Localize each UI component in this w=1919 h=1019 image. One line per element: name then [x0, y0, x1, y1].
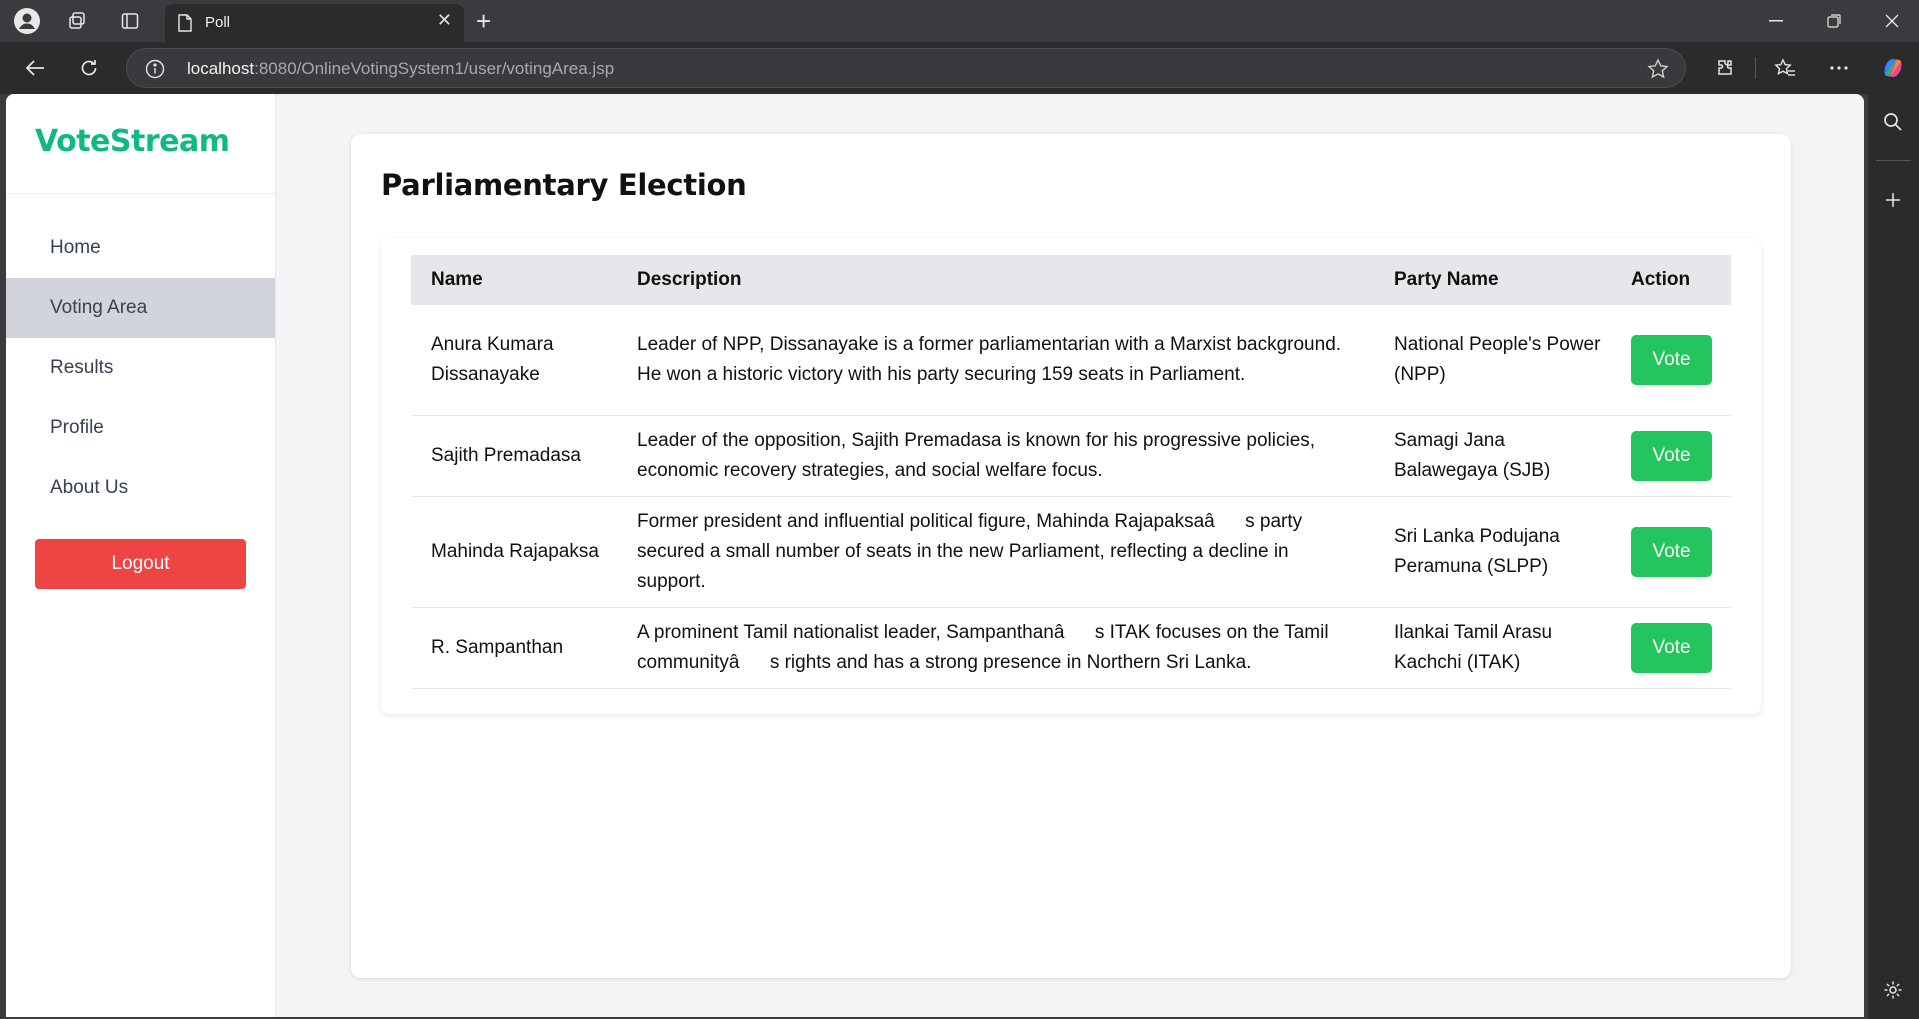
new-tab-icon[interactable]: + — [476, 8, 491, 34]
settings-gear-icon[interactable] — [1876, 974, 1910, 1006]
toolbar-divider — [1755, 57, 1756, 79]
table-row: Mahinda Rajapaksa Former president and i… — [411, 496, 1731, 608]
brand-logo[interactable]: VoteStream — [35, 124, 230, 159]
refresh-icon[interactable] — [72, 52, 106, 84]
url-text[interactable]: localhost:8080/OnlineVotingSystem1/user/… — [187, 59, 614, 79]
candidate-name: Mahinda Rajapaksa — [411, 496, 617, 608]
back-icon[interactable] — [18, 52, 52, 84]
vote-button[interactable]: Vote — [1631, 622, 1712, 673]
candidate-description: Leader of NPP, Dissanayake is a former p… — [617, 305, 1374, 416]
action-cell: Vote — [1611, 607, 1731, 689]
party-name: Sri Lanka Podujana Peramuna (SLPP) — [1374, 496, 1611, 608]
vote-button[interactable]: Vote — [1631, 430, 1712, 481]
sidebar-item-results[interactable]: Results — [6, 338, 275, 398]
candidates-table: Name Description Party Name Action Anura… — [411, 255, 1731, 689]
workspaces-icon[interactable] — [62, 7, 92, 35]
action-cell: Vote — [1611, 496, 1731, 608]
vote-button[interactable]: Vote — [1631, 526, 1712, 577]
tab-title: Poll — [205, 14, 231, 31]
sidebar: VoteStream Home Voting Area Results Prof… — [6, 94, 276, 1017]
sidebar-item-profile[interactable]: Profile — [6, 398, 275, 458]
page-viewport: VoteStream Home Voting Area Results Prof… — [6, 94, 1864, 1017]
candidate-name: Anura Kumara Dissanayake — [411, 305, 617, 416]
action-cell: Vote — [1611, 305, 1731, 416]
browser-tab-bar: Poll ✕ + — [0, 0, 1919, 42]
candidates-table-card: Name Description Party Name Action Anura… — [381, 238, 1761, 714]
action-cell: Vote — [1611, 415, 1731, 497]
sidebar-nav: Home Voting Area Results Profile About U… — [6, 194, 275, 518]
column-header-party: Party Name — [1394, 269, 1499, 290]
extensions-icon[interactable] — [1708, 52, 1742, 84]
tab-actions-icon[interactable] — [115, 7, 145, 35]
column-header-action: Action — [1631, 269, 1691, 290]
minimize-icon[interactable] — [1753, 8, 1799, 34]
restore-icon[interactable] — [1811, 8, 1857, 34]
table-row: Sajith Premadasa Leader of the oppositio… — [411, 415, 1731, 497]
rail-divider — [1876, 160, 1911, 161]
close-window-icon[interactable] — [1869, 8, 1915, 34]
favorite-star-icon[interactable] — [1647, 58, 1669, 84]
vote-button[interactable]: Vote — [1631, 334, 1712, 385]
party-name: Samagi Jana Balawegaya (SJB) — [1374, 415, 1611, 497]
tab-poll[interactable]: Poll ✕ — [165, 4, 464, 42]
table-row: Anura Kumara Dissanayake Leader of NPP, … — [411, 305, 1731, 416]
add-sidebar-app-icon[interactable] — [1876, 184, 1910, 216]
sidebar-item-about-us[interactable]: About Us — [6, 458, 275, 518]
favorites-icon[interactable] — [1768, 52, 1802, 84]
candidate-description: Former president and influential politic… — [617, 496, 1374, 608]
sidebar-item-home[interactable]: Home — [6, 218, 275, 278]
brand-header: VoteStream — [6, 94, 275, 194]
candidate-name: R. Sampanthan — [411, 607, 617, 689]
copilot-icon[interactable] — [1876, 52, 1910, 84]
party-name: National People's Power (NPP) — [1374, 305, 1611, 416]
table-header-row: Name Description Party Name Action — [411, 255, 1731, 305]
sidebar-item-voting-area[interactable]: Voting Area — [6, 278, 275, 338]
page-title: Parliamentary Election — [381, 168, 747, 202]
document-icon — [177, 14, 193, 36]
column-header-description: Description — [637, 269, 742, 290]
party-name: Ilankai Tamil Arasu Kachchi (ITAK) — [1374, 607, 1611, 689]
election-card: Parliamentary Election Name Description … — [351, 134, 1791, 978]
search-icon[interactable] — [1876, 106, 1910, 138]
more-options-icon[interactable] — [1822, 52, 1856, 84]
candidate-name: Sajith Premadasa — [411, 415, 617, 497]
column-header-name: Name — [431, 269, 483, 290]
site-info-icon[interactable] — [145, 59, 165, 83]
table-row: R. Sampanthan A prominent Tamil national… — [411, 607, 1731, 689]
candidate-description: Leader of the opposition, Sajith Premada… — [617, 415, 1374, 497]
close-tab-icon[interactable]: ✕ — [437, 12, 452, 30]
address-bar[interactable]: localhost:8080/OnlineVotingSystem1/user/… — [126, 48, 1686, 88]
candidate-description: A prominent Tamil nationalist leader, Sa… — [617, 607, 1374, 689]
profile-icon[interactable] — [12, 7, 42, 35]
browser-toolbar: localhost:8080/OnlineVotingSystem1/user/… — [0, 42, 1919, 94]
logout-button[interactable]: Logout — [35, 539, 246, 589]
browser-side-rail — [1868, 94, 1919, 1019]
